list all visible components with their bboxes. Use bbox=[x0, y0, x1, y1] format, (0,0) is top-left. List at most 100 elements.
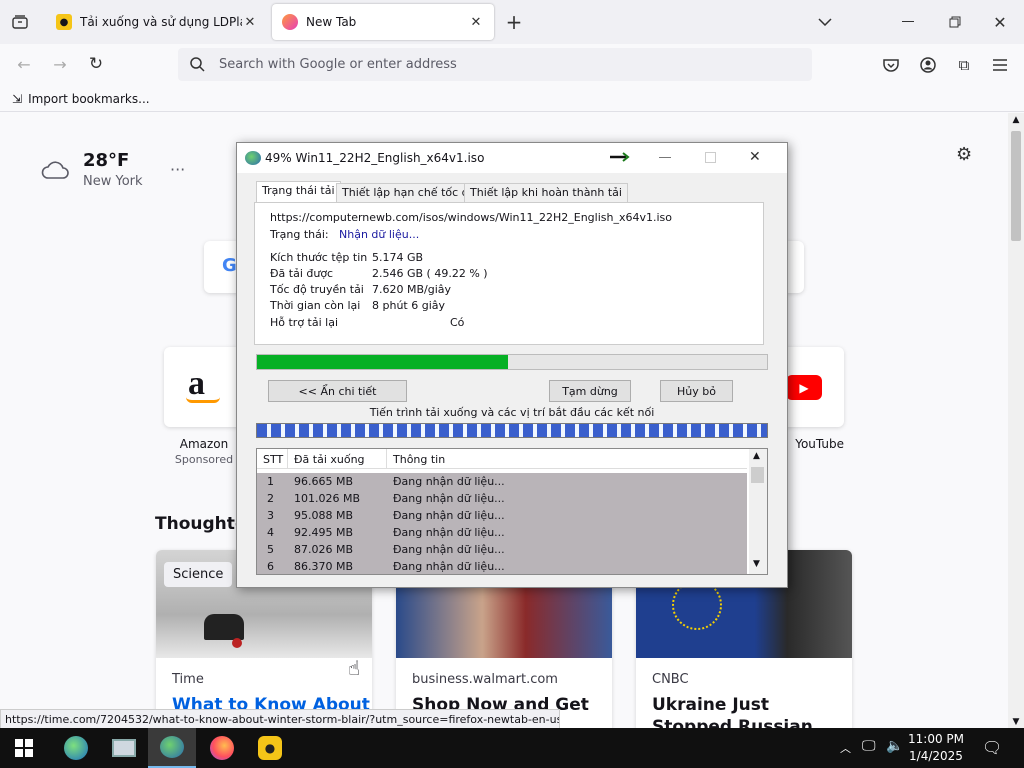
tab-new-tab[interactable]: New Tab ✕ bbox=[272, 4, 494, 40]
bookmarks-toolbar: ⇲ Import bookmarks... bbox=[0, 86, 1024, 112]
image-figure bbox=[204, 614, 244, 640]
field-label: Hỗ trợ tải lại bbox=[270, 316, 339, 329]
table-row[interactable]: 1 96.665 MB Đang nhận dữ liệu... bbox=[257, 473, 747, 490]
chevron-up-icon[interactable]: ︿ bbox=[840, 740, 851, 756]
tab-strip: ● Tải xuống và sử dụng LDPlayer ✕ New Ta… bbox=[0, 0, 1024, 44]
field-label: Tốc độ truyền tải bbox=[270, 283, 364, 296]
status-bar-url: https://time.com/7204532/what-to-know-ab… bbox=[0, 709, 560, 729]
row-info: Đang nhận dữ liệu... bbox=[393, 509, 505, 522]
scroll-up-icon[interactable]: ▲ bbox=[753, 451, 760, 461]
clock-time[interactable]: 11:00 PM bbox=[906, 732, 966, 746]
hide-details-button[interactable]: << Ẩn chi tiết bbox=[268, 380, 407, 402]
list-scrollbar[interactable]: ▲ ▼ bbox=[749, 449, 767, 574]
firefox-favicon bbox=[282, 14, 298, 30]
dialog-close-icon[interactable]: ✕ bbox=[749, 149, 761, 165]
tab-ldplayer[interactable]: ● Tải xuống và sử dụng LDPlayer ✕ bbox=[46, 4, 268, 40]
dialog-maximize-icon bbox=[705, 152, 716, 163]
tab-speed-limiter[interactable]: Thiết lập hạn chế tốc độ bbox=[336, 183, 482, 203]
scroll-thumb[interactable] bbox=[1011, 131, 1021, 241]
tab-download-status[interactable]: Trạng thái tải bbox=[256, 181, 341, 203]
tab-list-icon[interactable] bbox=[10, 12, 30, 32]
weather-menu-icon[interactable]: ··· bbox=[170, 160, 185, 179]
table-row[interactable]: 3 95.088 MB Đang nhận dữ liệu... bbox=[257, 507, 747, 524]
forward-arrow-icon[interactable]: → bbox=[50, 54, 70, 74]
import-icon: ⇲ bbox=[12, 91, 23, 106]
settings-gear-icon[interactable]: ⚙ bbox=[956, 144, 972, 165]
chevron-down-icon[interactable] bbox=[815, 12, 835, 32]
weather-temp: 28°F bbox=[83, 150, 130, 171]
column-header[interactable]: Đã tải xuống bbox=[294, 453, 365, 466]
row-index: 2 bbox=[267, 492, 274, 505]
close-tab-icon[interactable]: ✕ bbox=[468, 15, 484, 30]
youtube-play-icon: ▶ bbox=[786, 375, 822, 400]
scroll-down-icon[interactable]: ▼ bbox=[753, 559, 760, 569]
row-index: 5 bbox=[267, 543, 274, 556]
table-row[interactable]: 5 87.026 MB Đang nhận dữ liệu... bbox=[257, 541, 747, 558]
mouse-pointer-hand-icon: ☝ bbox=[348, 656, 361, 680]
field-label: Kích thước tệp tin bbox=[270, 251, 368, 264]
globe-app-icon[interactable] bbox=[52, 728, 100, 768]
dialog-title: 49% Win11_22H2_English_x64v1.iso bbox=[265, 151, 485, 165]
download-progress-bar bbox=[256, 354, 768, 370]
close-tab-icon[interactable]: ✕ bbox=[242, 15, 258, 30]
table-row[interactable]: 4 92.495 MB Đang nhận dữ liệu... bbox=[257, 524, 747, 541]
progress-fill bbox=[257, 355, 509, 369]
status-panel: https://computernewb.com/isos/windows/Wi… bbox=[254, 202, 764, 345]
address-placeholder: Search with Google or enter address bbox=[219, 57, 457, 72]
field-value: 7.620 MB/giây bbox=[372, 283, 452, 296]
image-detail bbox=[232, 638, 242, 648]
volume-muted-icon[interactable]: 🔈 bbox=[886, 738, 903, 754]
tab-on-completion[interactable]: Thiết lập khi hoàn thành tải bbox=[464, 183, 628, 203]
ldplayer-favicon: ● bbox=[56, 14, 72, 30]
table-row[interactable]: 6 86.370 MB Đang nhận dữ liệu... bbox=[257, 558, 747, 574]
column-header[interactable]: Thông tin bbox=[393, 453, 445, 466]
reload-icon[interactable]: ↻ bbox=[86, 54, 106, 74]
cancel-button[interactable]: Hủy bỏ bbox=[660, 380, 733, 402]
clock-date[interactable]: 1/4/2025 bbox=[906, 749, 966, 763]
category-badge: Science bbox=[164, 562, 233, 587]
column-header[interactable]: STT bbox=[263, 453, 283, 466]
extensions-icon[interactable]: ⧉ bbox=[953, 54, 975, 76]
scroll-up-icon[interactable]: ▲ bbox=[1010, 115, 1022, 127]
field-label: Thời gian còn lại bbox=[270, 299, 361, 312]
network-icon[interactable]: 🖵 bbox=[862, 738, 876, 754]
minimize-icon[interactable] bbox=[898, 12, 918, 32]
row-downloaded: 87.026 MB bbox=[294, 543, 354, 556]
ldplayer-taskbar-icon[interactable]: ● bbox=[246, 728, 294, 768]
close-window-icon[interactable]: ✕ bbox=[990, 12, 1010, 32]
pocket-icon[interactable] bbox=[880, 54, 902, 76]
page-scrollbar[interactable]: ▲ ▼ bbox=[1008, 113, 1024, 733]
field-value: 2.546 GB ( 49.22 % ) bbox=[372, 267, 488, 280]
row-downloaded: 95.088 MB bbox=[294, 509, 354, 522]
taskbar: ● ︿ 🖵 🔈 11:00 PM 1/4/2025 🗨 bbox=[0, 728, 1024, 768]
address-bar[interactable]: Search with Google or enter address bbox=[178, 48, 812, 81]
list-header: STT Đã tải xuống Thông tin bbox=[257, 449, 747, 469]
restore-icon[interactable] bbox=[945, 12, 965, 32]
dialog-minimize-icon[interactable] bbox=[659, 157, 671, 158]
row-info: Đang nhận dữ liệu... bbox=[393, 560, 505, 573]
notifications-icon[interactable]: 🗨 bbox=[982, 738, 1002, 757]
google-icon: G bbox=[222, 255, 237, 276]
pc-app-icon[interactable] bbox=[100, 728, 148, 768]
dialog-titlebar[interactable]: 49% Win11_22H2_English_x64v1.iso ✕ bbox=[237, 143, 787, 173]
row-info: Đang nhận dữ liệu... bbox=[393, 543, 505, 556]
download-url: https://computernewb.com/isos/windows/Wi… bbox=[270, 211, 672, 224]
pause-button[interactable]: Tạm dừng bbox=[549, 380, 631, 402]
account-icon[interactable] bbox=[917, 54, 939, 76]
menu-hamburger-icon[interactable] bbox=[989, 54, 1011, 76]
status-label: Trạng thái: bbox=[270, 228, 329, 241]
table-row[interactable]: 2 101.026 MB Đang nhận dữ liệu... bbox=[257, 490, 747, 507]
weather-city: New York bbox=[83, 174, 143, 189]
row-index: 1 bbox=[267, 475, 274, 488]
new-tab-plus-icon[interactable]: + bbox=[504, 10, 524, 34]
idm-taskbar-icon[interactable] bbox=[148, 728, 196, 768]
import-bookmarks-link[interactable]: Import bookmarks... bbox=[28, 92, 150, 106]
connections-list[interactable]: STT Đã tải xuống Thông tin ▲ ▼ 1 96.665 M… bbox=[256, 448, 768, 575]
segments-caption: Tiến trình tải xuống và các vị trí bắt đ… bbox=[369, 406, 655, 419]
windows-start-icon[interactable] bbox=[0, 728, 48, 768]
back-arrow-icon[interactable]: ← bbox=[14, 54, 34, 74]
list-scroll-thumb[interactable] bbox=[751, 467, 764, 483]
firefox-taskbar-icon[interactable] bbox=[198, 728, 246, 768]
row-index: 6 bbox=[267, 560, 274, 573]
shortcut-amazon[interactable]: a bbox=[164, 347, 242, 427]
